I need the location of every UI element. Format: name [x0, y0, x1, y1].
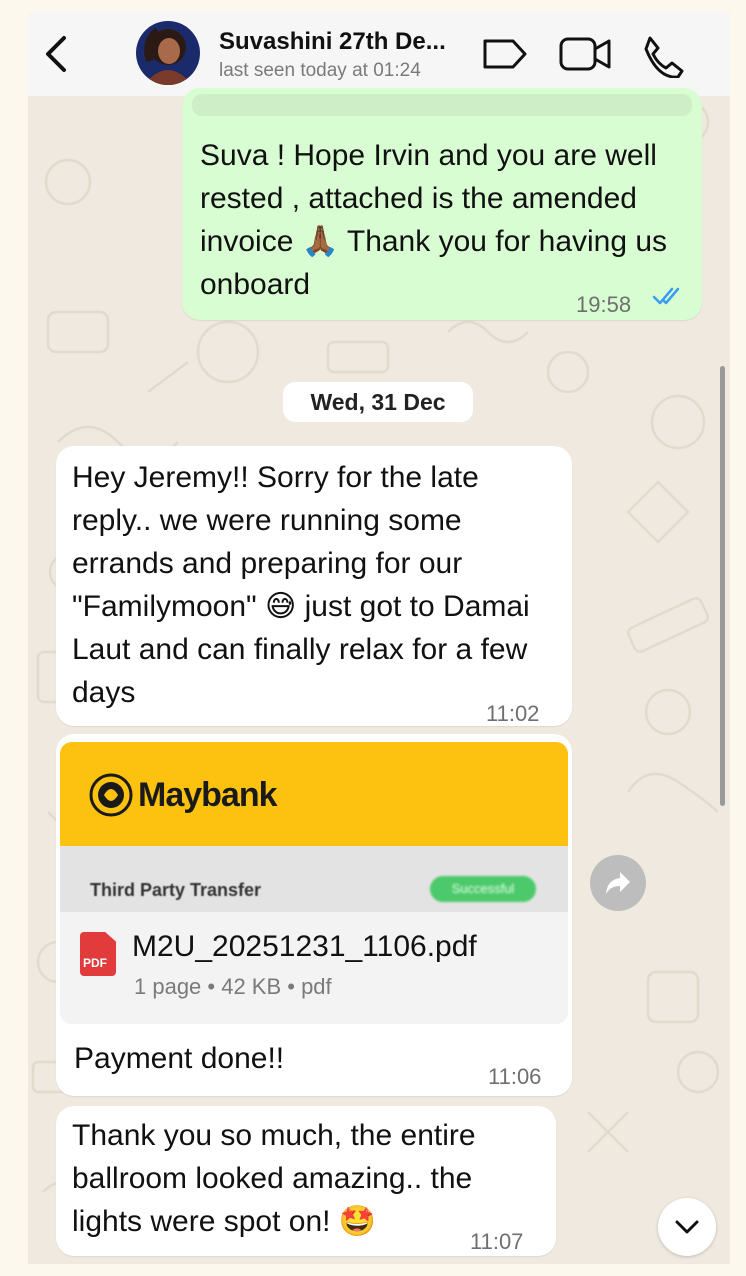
message-time: 19:58	[576, 292, 632, 317]
date-separator: Wed, 31 Dec	[283, 382, 473, 422]
document-preview-body: Third Party Transfer Successful	[60, 846, 568, 912]
chat-screen: Suvashini 27th De... last seen today at …	[28, 12, 730, 1264]
last-seen-status: last seen today at 01:24	[219, 60, 421, 81]
back-icon[interactable]	[40, 34, 72, 74]
scroll-to-bottom-button[interactable]	[658, 1198, 716, 1256]
pdf-label: PDF	[83, 956, 107, 970]
label-icon[interactable]	[482, 34, 528, 74]
message-text: Suva ! Hope Irvin and you are well reste…	[200, 139, 668, 301]
message-time: 11:02	[486, 701, 540, 726]
message-time: 11:06	[488, 1064, 542, 1089]
file-meta: 1 page • 42 KB • pdf	[134, 974, 332, 999]
pdf-icon: PDF	[80, 932, 116, 976]
double-check-icon	[652, 287, 680, 305]
forward-button[interactable]	[590, 855, 646, 911]
document-caption: Payment done!!	[74, 1042, 285, 1075]
preview-status-badge: Successful	[430, 876, 536, 902]
document-preview-header: Maybank	[60, 742, 568, 846]
preview-caption: Third Party Transfer	[90, 880, 262, 900]
outgoing-message[interactable]: Suva ! Hope Irvin and you are well reste…	[182, 88, 702, 320]
quoted-reply-strip	[192, 94, 692, 116]
document-attachment[interactable]: Maybank Third Party Transfer Successful …	[60, 742, 568, 1024]
message-text: Hey Jeremy!! Sorry for the late reply.. …	[72, 461, 530, 709]
phone-icon[interactable]	[640, 34, 686, 78]
maybank-logo-icon	[89, 773, 133, 817]
incoming-message[interactable]: Thank you so much, the entire ballroom l…	[56, 1106, 556, 1256]
preview-brand: Maybank	[138, 776, 277, 814]
file-name: M2U_20251231_1106.pdf	[132, 930, 477, 963]
chevron-down-icon	[675, 1220, 699, 1234]
message-time: 11:07	[470, 1229, 524, 1254]
incoming-message[interactable]: Hey Jeremy!! Sorry for the late reply.. …	[56, 446, 572, 726]
forward-icon	[606, 872, 630, 894]
avatar[interactable]	[136, 21, 200, 85]
contact-name[interactable]: Suvashini 27th De...	[219, 28, 446, 56]
chat-header: Suvashini 27th De... last seen today at …	[28, 12, 730, 96]
document-file-info: PDF M2U_20251231_1106.pdf 1 page • 42 KB…	[60, 912, 568, 1024]
video-camera-icon[interactable]	[558, 34, 614, 74]
scrollbar[interactable]	[720, 366, 725, 806]
